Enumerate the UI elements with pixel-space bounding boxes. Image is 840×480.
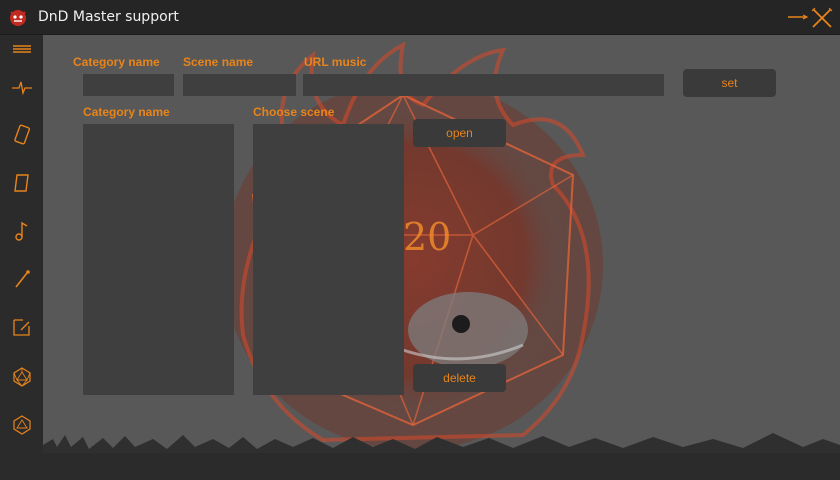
sidebar-item-pulse[interactable] (8, 73, 36, 101)
pulse-icon (12, 81, 32, 96)
close-icon[interactable] (810, 6, 834, 30)
scene-name-input[interactable] (183, 74, 296, 96)
scene-list[interactable] (253, 124, 404, 395)
url-music-input[interactable] (303, 74, 664, 96)
sidebar-item-edit[interactable] (8, 313, 36, 341)
sidebar (0, 35, 43, 480)
dice-icon (14, 124, 31, 145)
sidebar-item-menu[interactable] (8, 35, 36, 63)
open-button[interactable]: open (413, 119, 506, 147)
bottom-bar (43, 453, 840, 480)
d20-icon (13, 367, 31, 387)
wand-icon (15, 270, 30, 288)
sidebar-item-scroll[interactable] (8, 169, 36, 197)
sidebar-item-music[interactable] (8, 217, 36, 245)
app-logo-icon (10, 10, 26, 26)
category-name-label: Category name (73, 55, 160, 69)
scene-name-label: Scene name (183, 55, 254, 69)
title-bar: DnD Master support (0, 0, 840, 35)
hamburger-menu-icon (13, 45, 31, 53)
edit-square-icon (13, 319, 30, 336)
window-title: DnD Master support (38, 9, 179, 25)
category-list[interactable] (83, 124, 234, 395)
sidebar-item-wand[interactable] (8, 265, 36, 293)
main-panel: 20 Category name Scene name URL music se… (43, 35, 840, 453)
sidebar-item-dice[interactable] (8, 121, 36, 149)
sidebar-item-d20-outline[interactable] (8, 411, 36, 439)
choose-scene-label: Choose scene (253, 105, 335, 119)
minimize-icon[interactable] (786, 8, 810, 26)
set-button[interactable]: set (683, 69, 776, 97)
scroll-icon (14, 174, 29, 192)
url-music-label: URL music (304, 55, 367, 69)
category-list-label: Category name (83, 105, 170, 119)
music-note-icon (15, 221, 28, 241)
sidebar-item-d20[interactable] (8, 363, 36, 391)
delete-button[interactable]: delete (413, 364, 506, 392)
svg-text:20: 20 (403, 215, 451, 259)
category-name-input[interactable] (83, 74, 174, 96)
d20-outline-icon (13, 415, 31, 435)
